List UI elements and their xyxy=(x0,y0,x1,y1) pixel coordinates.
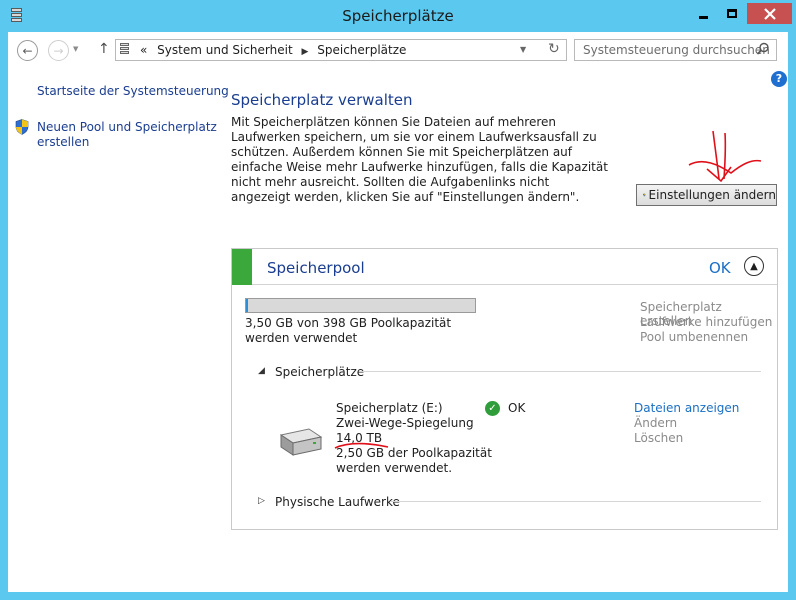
check-icon: ✓ xyxy=(485,401,500,416)
refresh-icon[interactable]: ↻ xyxy=(548,41,560,57)
add-drives-link[interactable]: Laufwerke hinzufügen xyxy=(640,315,772,329)
storage-pool-panel: Speicherpool OK ▲ 3,50 GB von 398 GB Poo… xyxy=(231,248,778,530)
pool-status: OK xyxy=(709,259,731,277)
up-button[interactable]: ↑ xyxy=(98,41,110,57)
close-button[interactable] xyxy=(747,3,792,24)
page-description: Mit Speicherplätzen können Sie Dateien a… xyxy=(231,115,608,204)
change-space-link[interactable]: Ändern xyxy=(634,416,677,430)
spaces-section-label[interactable]: Speicherplätze xyxy=(275,365,364,379)
pool-capacity-bar xyxy=(245,298,476,313)
help-icon[interactable]: ? xyxy=(771,71,787,87)
arrow-up-icon: ↑ xyxy=(98,41,110,57)
page-title: Speicherplatz verwalten xyxy=(231,91,413,109)
maximize-icon xyxy=(726,9,737,18)
search-box[interactable]: Systemsteuerung durchsuchen xyxy=(574,39,777,61)
window-title: Speicherplätze xyxy=(342,7,454,25)
back-button[interactable]: ← xyxy=(17,40,38,61)
expanded-triangle-icon[interactable]: ◢ xyxy=(258,366,265,376)
search-input[interactable]: Systemsteuerung durchsuchen xyxy=(583,43,770,57)
address-dropdown-icon[interactable]: ▼ xyxy=(520,45,526,54)
navigation-bar: ← → ▼ ↑ « System und Sicherheit ▶ Speich… xyxy=(8,32,788,70)
breadcrumb-system-security[interactable]: System und Sicherheit xyxy=(157,43,293,57)
breadcrumb: « System und Sicherheit ▶ Speicherplätze xyxy=(140,43,406,57)
spaces-section-divider xyxy=(359,371,761,372)
search-icon[interactable] xyxy=(756,42,770,56)
maximize-button[interactable] xyxy=(716,3,747,24)
window: Speicherplätze ← → ▼ ↑ « System und Sich… xyxy=(0,0,796,600)
address-bar[interactable]: « System und Sicherheit ▶ Speicherplätze… xyxy=(115,39,567,61)
storage-space-details: Speicherplatz (E:) Zwei-Wege-Spiegelung … xyxy=(336,401,506,476)
collapsed-triangle-icon[interactable]: ▷ xyxy=(258,496,265,506)
breadcrumb-overflow[interactable]: « xyxy=(140,43,147,57)
rename-pool-link[interactable]: Pool umbenennen xyxy=(640,330,748,344)
pool-capacity-fill xyxy=(246,299,248,312)
space-resiliency: Zwei-Wege-Spiegelung xyxy=(336,416,474,430)
breadcrumb-storage-spaces[interactable]: Speicherplätze xyxy=(317,43,406,57)
pool-status-indicator xyxy=(232,249,252,285)
physical-drives-divider xyxy=(391,501,761,502)
pool-header: Speicherpool OK ▲ xyxy=(232,249,777,285)
physical-drives-section-label[interactable]: Physische Laufwerke xyxy=(275,495,400,509)
pool-capacity-text: 3,50 GB von 398 GB Poolkapazität werden … xyxy=(245,316,452,345)
change-settings-button[interactable]: Einstellungen ändern xyxy=(636,184,777,206)
red-underline-annotation xyxy=(334,442,389,449)
title-bar[interactable]: Speicherplätze xyxy=(0,0,796,32)
control-panel-icon xyxy=(120,43,130,57)
minimize-icon xyxy=(698,16,708,19)
uac-shield-icon xyxy=(15,119,29,135)
arrow-left-icon: ← xyxy=(22,43,33,58)
forward-button[interactable]: → xyxy=(48,40,69,61)
red-arrow-annotation xyxy=(688,130,762,183)
minimize-button[interactable] xyxy=(691,3,715,24)
change-settings-label: Einstellungen ändern xyxy=(648,188,776,202)
drive-icon xyxy=(279,428,323,456)
client-area: ← → ▼ ↑ « System und Sicherheit ▶ Speich… xyxy=(8,32,788,592)
uac-shield-icon xyxy=(643,193,646,197)
breadcrumb-separator-icon[interactable]: ▶ xyxy=(302,47,309,57)
close-icon xyxy=(763,7,776,20)
sidebar-control-panel-home[interactable]: Startseite der Systemsteuerung xyxy=(37,84,229,99)
delete-space-link[interactable]: Löschen xyxy=(634,431,683,445)
recent-locations-dropdown[interactable]: ▼ xyxy=(73,45,78,53)
arrow-right-icon: → xyxy=(53,43,64,58)
space-name[interactable]: Speicherplatz (E:) xyxy=(336,401,506,416)
space-status: OK xyxy=(508,401,526,415)
pool-title: Speicherpool xyxy=(267,259,365,277)
space-usage: 2,50 GB der Poolkapazität werden verwend… xyxy=(336,446,492,475)
view-files-link[interactable]: Dateien anzeigen xyxy=(634,401,739,415)
collapse-chevron-up-icon[interactable]: ▲ xyxy=(744,256,764,276)
sidebar-new-pool-link[interactable]: Neuen Pool und Speicherplatz erstellen xyxy=(37,120,217,150)
